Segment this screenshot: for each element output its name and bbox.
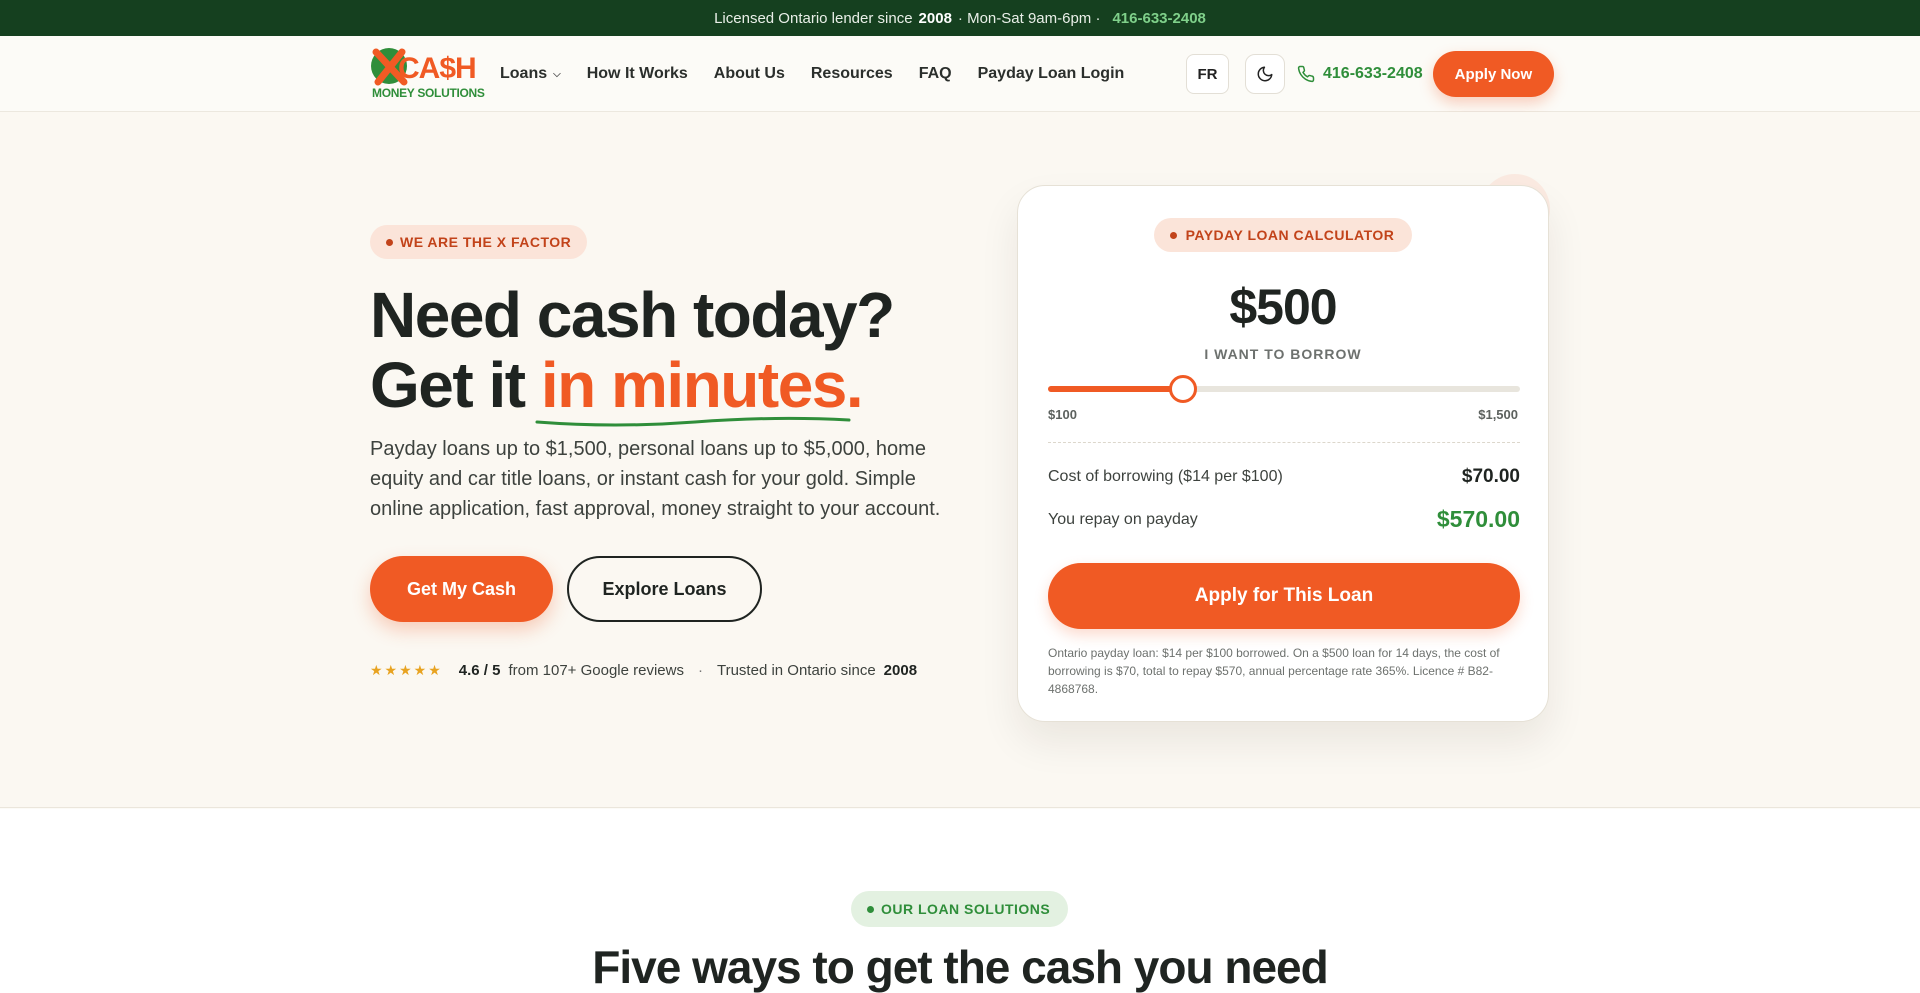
trusted-year: 2008 [883, 662, 918, 679]
apply-now-button[interactable]: Apply Now [1432, 51, 1555, 97]
repay-label: You repay on payday [1048, 510, 1198, 528]
topbar-phone-link[interactable]: 416-633-2408 [1112, 10, 1205, 27]
borrow-amount: $500 [1229, 279, 1337, 335]
separator: · [697, 662, 703, 679]
slider-fill [1048, 386, 1183, 392]
slider-min-label: $100 [1048, 407, 1077, 422]
repay-value: $570.00 [1436, 506, 1520, 532]
nav-loans[interactable]: Loans ⌵ [500, 65, 561, 83]
borrow-amount-label: I WANT TO BORROW [1204, 346, 1362, 362]
calculator-badge: PAYDAY LOAN CALCULATOR [1154, 218, 1412, 252]
hero-badge: WE ARE THE X FACTOR [370, 225, 588, 259]
apply-for-loan-button[interactable]: Apply for This Loan [1048, 563, 1520, 629]
nav-how-it-works[interactable]: How It Works [587, 65, 688, 83]
hero-title-line1: Need cash today? [370, 279, 895, 351]
main-nav: Loans ⌵ How It Works About Us Resources … [500, 36, 1124, 112]
cost-value: $70.00 [1461, 466, 1520, 487]
loan-calculator-card: PAYDAY LOAN CALCULATOR $500 I WANT TO BO… [1017, 185, 1549, 722]
business-hours: · Mon-Sat 9am-6pm · [957, 9, 1101, 27]
header-phone-link[interactable]: 416-633-2408 [1297, 65, 1423, 83]
solutions-badge: OUR LOAN SOLUTIONS [851, 891, 1069, 927]
header-actions: FR 416-633-2408 Apply Now [1186, 51, 1555, 97]
cost-row: Cost of borrowing ($14 per $100) $70.00 [1048, 466, 1520, 488]
rating-stars-icon: ★★★★★ [370, 662, 443, 678]
trusted-text: Trusted in Ontario since [716, 662, 876, 679]
get-my-cash-button[interactable]: Get My Cash [370, 556, 553, 622]
nav-about-us[interactable]: About Us [714, 65, 785, 83]
header-phone-number: 416-633-2408 [1323, 65, 1423, 82]
nav-resources[interactable]: Resources [811, 65, 893, 83]
cost-label: Cost of borrowing ($14 per $100) [1048, 468, 1283, 485]
license-text: Licensed Ontario lender since [714, 9, 913, 27]
rating-source: from 107+ Google reviews [508, 662, 684, 679]
reviews-summary: ★★★★★ 4.6 / 5 from 107+ Google reviews ·… [370, 662, 917, 679]
loan-disclaimer: Ontario payday loan: $14 per $100 borrow… [1048, 646, 1500, 696]
slider-thumb[interactable] [1168, 375, 1197, 403]
moon-icon [1257, 66, 1273, 82]
slider-max-label: $1,500 [1478, 407, 1518, 422]
divider [1048, 442, 1520, 443]
rating-score: 4.6 / 5 [458, 662, 501, 679]
phone-icon [1297, 65, 1315, 83]
hero-title: Need cash today? Get it in minutes. [370, 279, 895, 421]
nav-payday-login[interactable]: Payday Loan Login [978, 65, 1125, 83]
site-header: CA$H MONEY SOLUTIONS Loans ⌵ How It Work… [0, 36, 1920, 112]
logo-wordmark: CA$H [398, 52, 477, 85]
hero-section: WE ARE THE X FACTOR Need cash today? Get… [0, 112, 1920, 808]
hero-title-accent: in minutes. [540, 349, 864, 421]
logo-subtitle: MONEY SOLUTIONS [372, 86, 485, 100]
language-toggle-button[interactable]: FR [1186, 54, 1229, 94]
announcement-bar: Licensed Ontario lender since 2008 · Mon… [0, 0, 1920, 36]
hero-title-line2-prefix: Get it [370, 349, 541, 421]
explore-loans-button[interactable]: Explore Loans [567, 556, 762, 622]
hero-description: Payday loans up to $1,500, personal loan… [370, 438, 941, 520]
logo[interactable]: CA$H MONEY SOLUTIONS [370, 46, 485, 102]
dark-mode-toggle-button[interactable] [1245, 54, 1285, 94]
nav-loans-label: Loans [500, 65, 548, 82]
repay-row: You repay on payday $570.00 [1048, 506, 1520, 533]
nav-faq[interactable]: FAQ [919, 65, 952, 83]
solutions-title: Five ways to get the cash you need [592, 941, 1328, 993]
amount-slider[interactable] [1048, 375, 1520, 403]
chevron-down-icon: ⌵ [553, 68, 561, 80]
title-underline-decoration [535, 416, 851, 427]
license-year: 2008 [918, 9, 952, 27]
